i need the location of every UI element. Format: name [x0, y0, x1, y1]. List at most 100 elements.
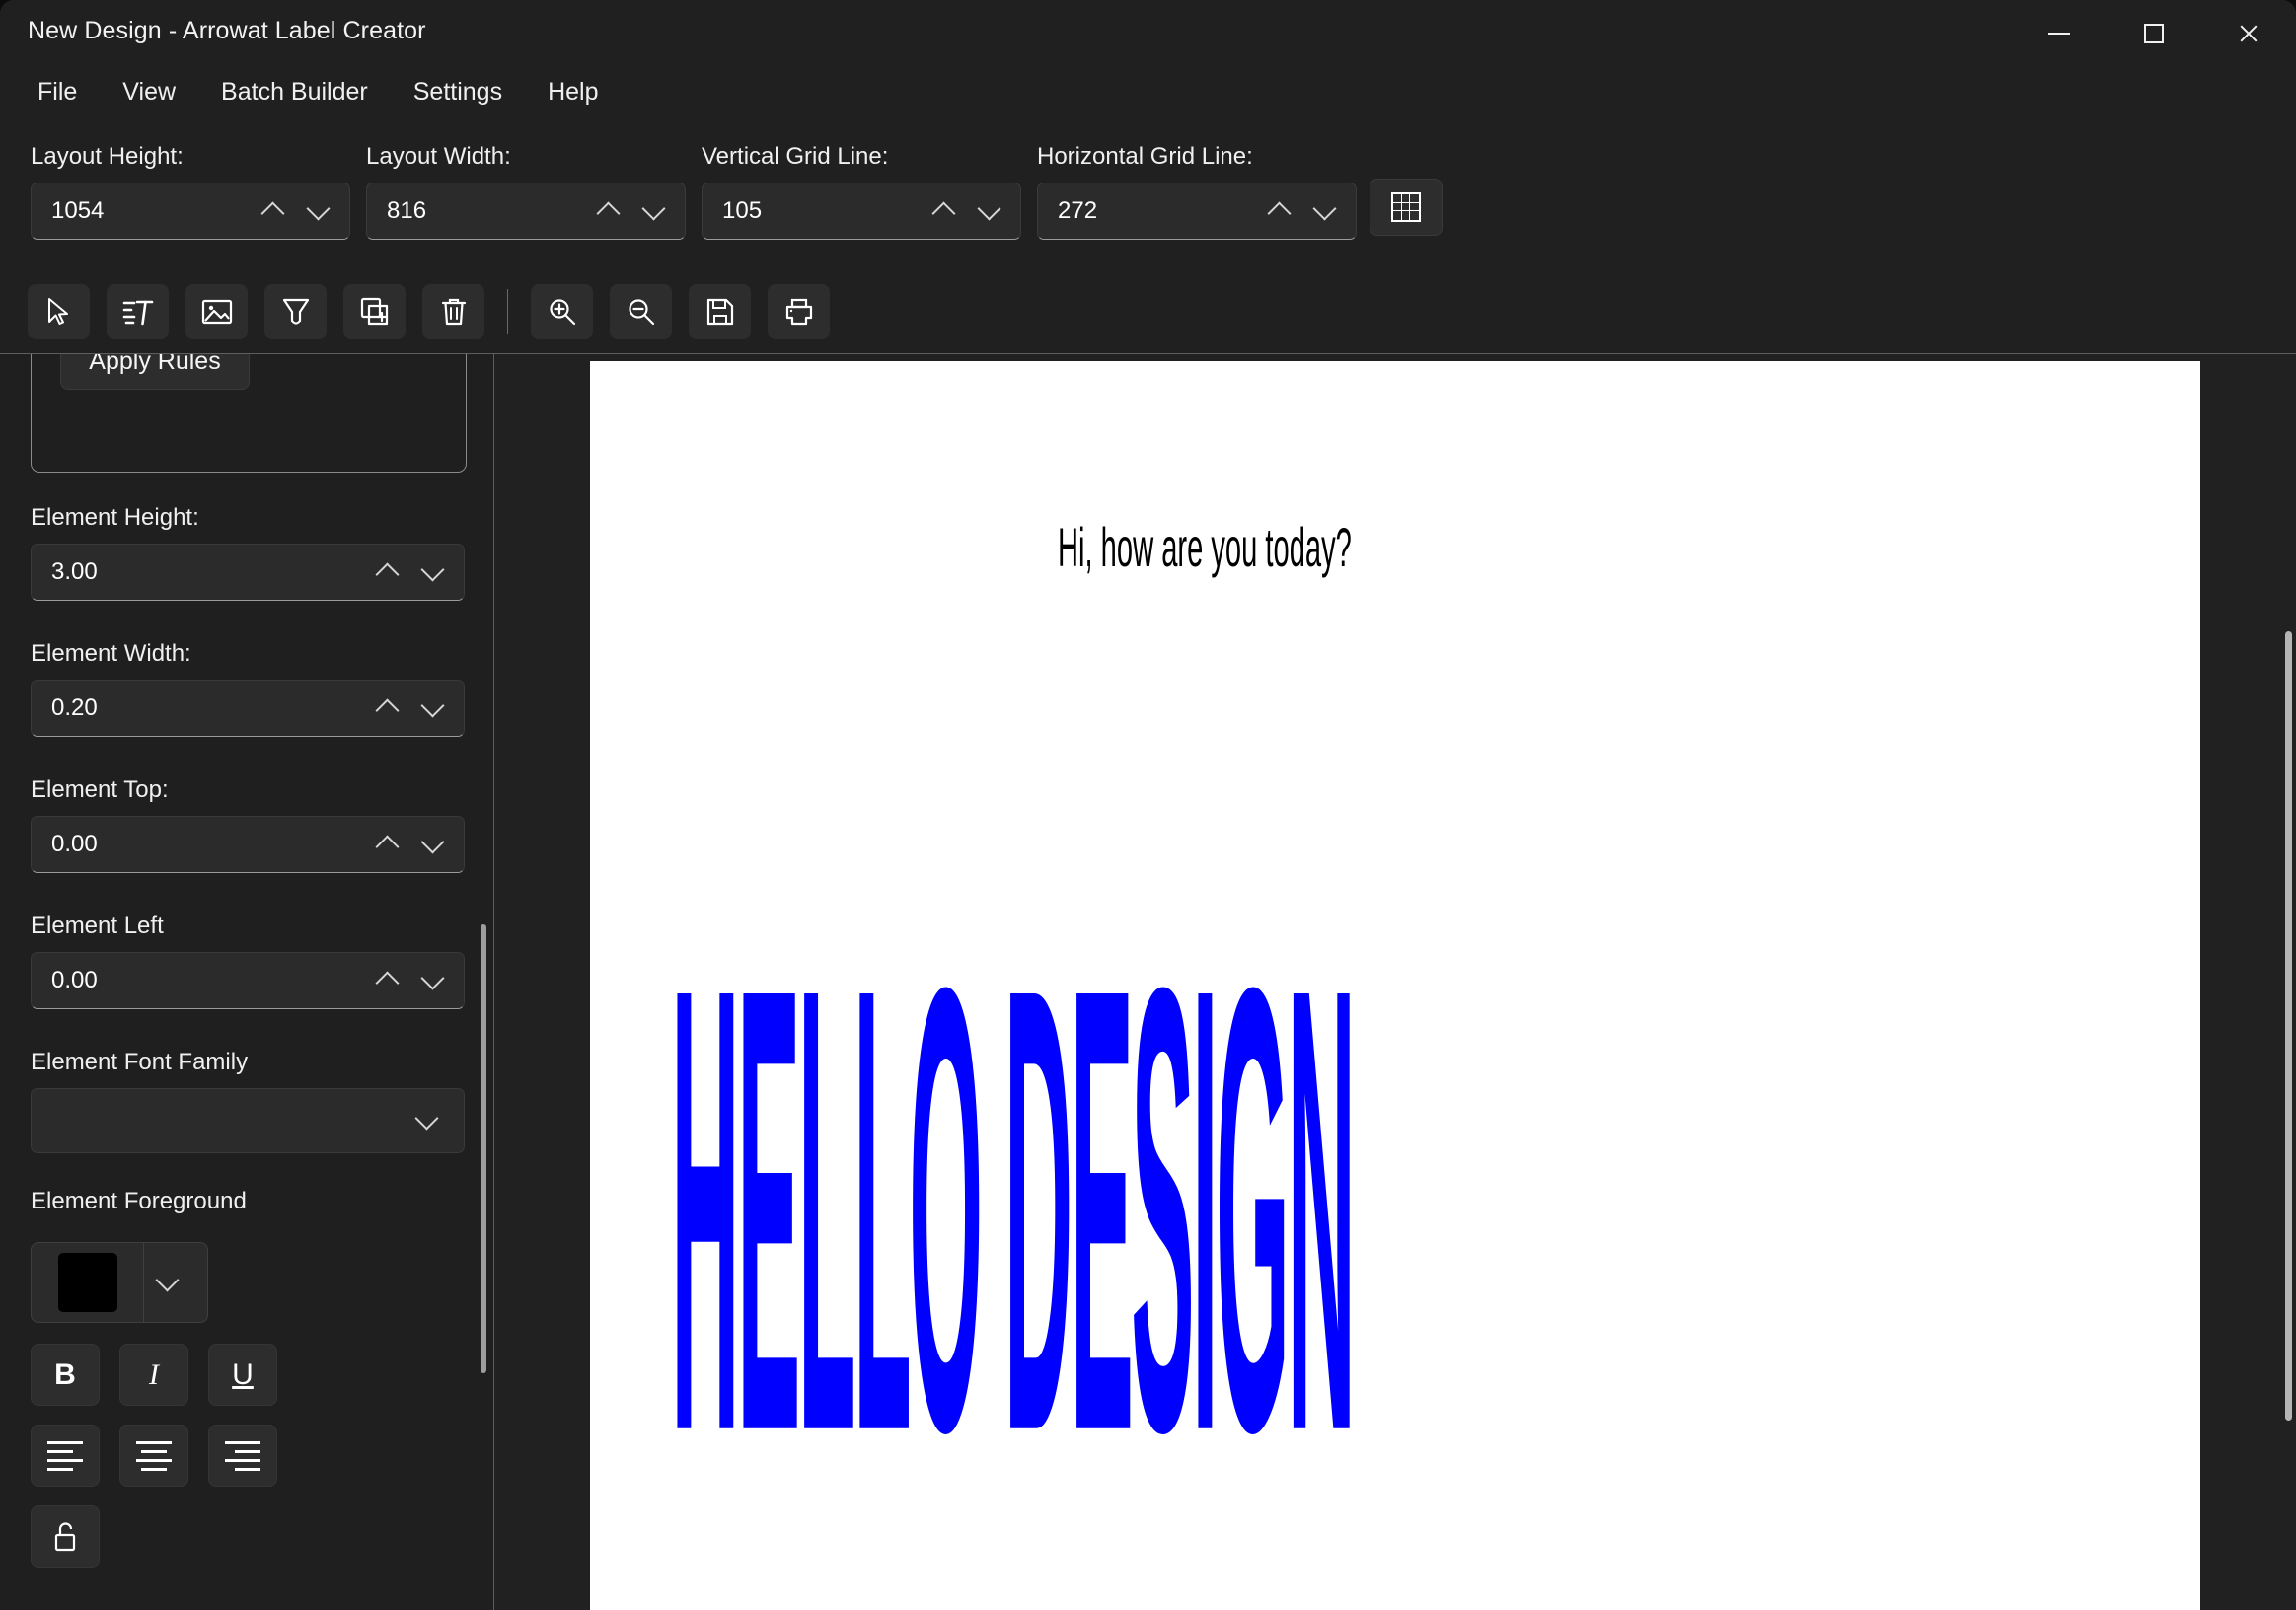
- element-width-value[interactable]: 0.20: [32, 695, 373, 722]
- underline-button[interactable]: U: [208, 1344, 277, 1406]
- close-icon: [2238, 23, 2259, 44]
- vertical-grid-line-decrement-icon[interactable]: [975, 196, 1004, 226]
- layout-height-spinbox[interactable]: 1054: [31, 183, 350, 240]
- text-element-icon: [122, 300, 153, 326]
- add-shape-button[interactable]: [264, 284, 327, 339]
- layout-width-spinbox[interactable]: 816: [366, 183, 686, 240]
- menu-item-file[interactable]: File: [22, 72, 93, 112]
- zoom-in-button[interactable]: [531, 284, 593, 339]
- element-foreground-picker[interactable]: [31, 1242, 208, 1323]
- sidebar-scrollbar[interactable]: [481, 924, 486, 1373]
- shape-element-icon: [282, 298, 309, 325]
- element-left-spinbox[interactable]: 0.00: [31, 952, 465, 1009]
- align-left-icon: [47, 1440, 83, 1471]
- print-button[interactable]: [768, 284, 830, 339]
- align-center-icon: [136, 1440, 172, 1471]
- lock-open-icon: [54, 1521, 76, 1551]
- window-controls: [2012, 0, 2296, 67]
- apply-rules-button[interactable]: Apply Rules: [60, 354, 250, 390]
- element-left-decrement-icon[interactable]: [418, 966, 448, 995]
- element-left-field: Element Left 0.00: [31, 913, 465, 1009]
- align-center-button[interactable]: [119, 1425, 188, 1487]
- layout-height-value[interactable]: 1054: [32, 197, 259, 225]
- element-width-spinbox[interactable]: 0.20: [31, 680, 465, 737]
- foreground-swatch-button[interactable]: [32, 1243, 144, 1322]
- align-left-button[interactable]: [31, 1425, 100, 1487]
- vertical-grid-line-spinbox[interactable]: 105: [702, 183, 1021, 240]
- vertical-grid-line-label: Vertical Grid Line:: [702, 143, 889, 170]
- align-right-icon: [225, 1440, 260, 1471]
- element-width-increment-icon[interactable]: [373, 694, 403, 723]
- element-height-spinbox[interactable]: 3.00: [31, 544, 465, 601]
- zoom-out-button[interactable]: [610, 284, 672, 339]
- element-top-value[interactable]: 0.00: [32, 831, 373, 858]
- italic-button[interactable]: I: [119, 1344, 188, 1406]
- element-foreground-label: Element Foreground: [31, 1188, 247, 1214]
- layout-height-increment-icon[interactable]: [259, 196, 288, 226]
- add-text-button[interactable]: [107, 284, 169, 339]
- element-left-value[interactable]: 0.00: [32, 967, 373, 994]
- text-align-buttons: [31, 1425, 277, 1487]
- element-height-label: Element Height:: [31, 504, 199, 531]
- subtitle-text-element[interactable]: Hi, how are you today?: [1058, 515, 1352, 579]
- align-right-button[interactable]: [208, 1425, 277, 1487]
- element-foreground-field: Element Foreground: [31, 1188, 465, 1227]
- element-height-value[interactable]: 3.00: [32, 558, 373, 586]
- chevron-down-icon[interactable]: [153, 1268, 183, 1297]
- save-button[interactable]: [689, 284, 751, 339]
- label-page[interactable]: Hi, how are you today? HELLO DESIGN: [590, 361, 2200, 1610]
- toggle-grid-button[interactable]: [1370, 179, 1443, 236]
- element-width-field: Element Width: 0.20: [31, 640, 465, 737]
- layout-height-decrement-icon[interactable]: [304, 196, 333, 226]
- vertical-grid-line-value[interactable]: 105: [703, 197, 929, 225]
- vertical-grid-line-increment-icon[interactable]: [929, 196, 959, 226]
- bold-button[interactable]: B: [31, 1344, 100, 1406]
- close-button[interactable]: [2201, 0, 2296, 67]
- layout-width-increment-icon[interactable]: [594, 196, 624, 226]
- element-left-label: Element Left: [31, 913, 164, 939]
- layout-toolbar: Layout Height: 1054 Layout Width: 816 Ve…: [0, 143, 2296, 261]
- element-top-spinbox[interactable]: 0.00: [31, 816, 465, 873]
- maximize-button[interactable]: [2107, 0, 2201, 67]
- element-height-increment-icon[interactable]: [373, 557, 403, 587]
- duplicate-element-button[interactable]: [343, 284, 406, 339]
- menu-item-batch-builder[interactable]: Batch Builder: [205, 72, 384, 112]
- chevron-down-icon[interactable]: [412, 1106, 442, 1135]
- element-width-decrement-icon[interactable]: [418, 694, 448, 723]
- minimize-button[interactable]: [2012, 0, 2107, 67]
- canvas-area[interactable]: Hi, how are you today? HELLO DESIGN: [494, 354, 2296, 1610]
- menu-item-help[interactable]: Help: [532, 72, 614, 112]
- print-icon: [785, 298, 812, 326]
- delete-element-icon: [441, 298, 466, 326]
- element-top-decrement-icon[interactable]: [418, 830, 448, 859]
- element-height-decrement-icon[interactable]: [418, 557, 448, 587]
- element-top-increment-icon[interactable]: [373, 830, 403, 859]
- horizontal-grid-line-spinbox[interactable]: 272: [1037, 183, 1357, 240]
- element-font-family-select[interactable]: [31, 1088, 465, 1153]
- lock-buttons: [31, 1505, 100, 1568]
- element-top-field: Element Top: 0.00: [31, 776, 465, 873]
- grid-icon: [1391, 192, 1421, 222]
- headline-text-element[interactable]: HELLO DESIGN: [671, 895, 1356, 1526]
- element-toolbar: [28, 284, 830, 339]
- select-tool-button[interactable]: [28, 284, 90, 339]
- menu-item-settings[interactable]: Settings: [398, 72, 518, 112]
- rules-group: Apply Rules: [31, 354, 467, 473]
- zoom-in-icon: [549, 299, 575, 326]
- foreground-dropdown-button[interactable]: [144, 1243, 207, 1322]
- horizontal-grid-line-decrement-icon[interactable]: [1310, 196, 1340, 226]
- select-cursor-icon: [47, 298, 68, 325]
- add-image-button[interactable]: [185, 284, 248, 339]
- title-bar: New Design - Arrowat Label Creator: [0, 0, 2296, 67]
- lock-open-button[interactable]: [31, 1505, 100, 1568]
- layout-width-decrement-icon[interactable]: [639, 196, 669, 226]
- vertical-grid-line-field: Vertical Grid Line: 105: [702, 143, 1021, 240]
- canvas-scrollbar[interactable]: [2285, 631, 2292, 1421]
- zoom-out-icon: [628, 299, 654, 326]
- element-left-increment-icon[interactable]: [373, 966, 403, 995]
- delete-element-button[interactable]: [422, 284, 484, 339]
- horizontal-grid-line-value[interactable]: 272: [1038, 197, 1265, 225]
- layout-width-value[interactable]: 816: [367, 197, 594, 225]
- horizontal-grid-line-increment-icon[interactable]: [1265, 196, 1295, 226]
- menu-item-view[interactable]: View: [107, 72, 191, 112]
